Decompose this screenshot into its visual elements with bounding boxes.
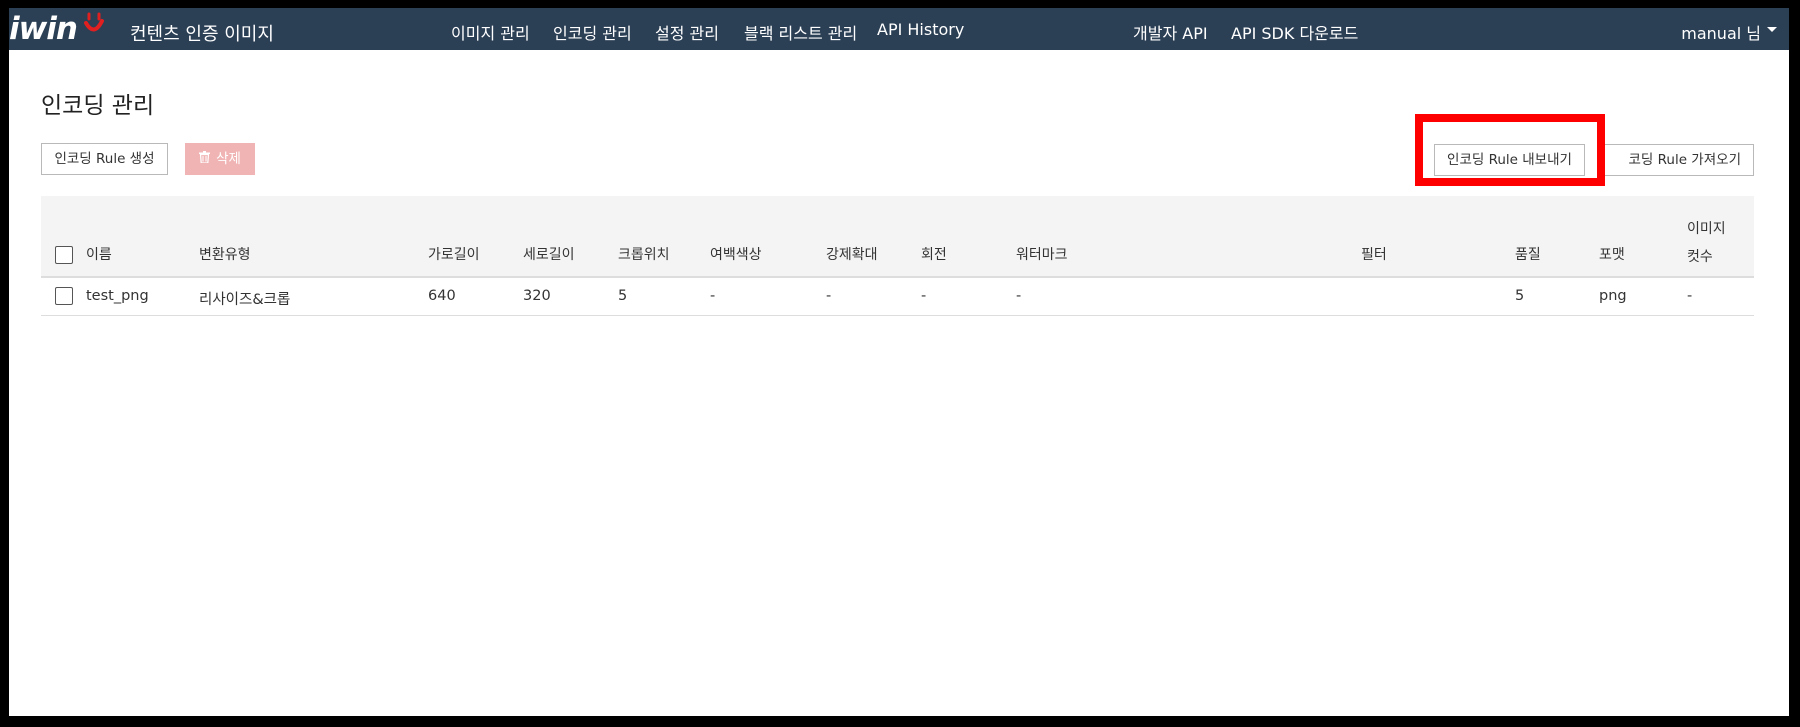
export-rule-button[interactable]: 인코딩 Rule 내보내기 xyxy=(1434,144,1585,176)
cell-format: png xyxy=(1599,288,1627,304)
column-header-transform-type[interactable]: 변환유형 xyxy=(199,244,251,264)
column-header-height[interactable]: 세로길이 xyxy=(523,244,575,264)
column-header-name[interactable]: 이름 xyxy=(86,244,112,264)
nav-blacklist-management[interactable]: 블랙 리스트 관리 xyxy=(744,20,857,44)
cell-transform-type: 리사이즈&크롭 xyxy=(199,292,291,308)
column-header-image-cut-count[interactable]: 이미지 컷수 xyxy=(1687,215,1726,271)
cell-name[interactable]: test_png xyxy=(86,288,149,304)
import-rule-button[interactable]: 코딩 Rule 가져오기 xyxy=(1603,144,1754,176)
cell-rotation: - xyxy=(921,288,927,304)
column-header-rotation[interactable]: 회전 xyxy=(921,244,947,264)
cell-quality: 5 xyxy=(1515,288,1525,304)
column-header-image-cut-line2: 컷수 xyxy=(1687,249,1713,265)
cell-width: 640 xyxy=(428,288,456,304)
user-menu[interactable]: manual 님 xyxy=(1681,20,1761,44)
cell-height: 320 xyxy=(523,288,551,304)
cell-cut-count: - xyxy=(1687,288,1693,304)
column-header-filter[interactable]: 필터 xyxy=(1361,244,1387,264)
nav-settings-management[interactable]: 설정 관리 xyxy=(655,20,719,44)
row-checkbox[interactable] xyxy=(55,287,73,305)
column-header-quality[interactable]: 품질 xyxy=(1515,244,1541,264)
create-rule-button[interactable]: 인코딩 Rule 생성 xyxy=(41,143,168,175)
column-header-image-cut-line1: 이미지 xyxy=(1687,221,1726,237)
logo-text: iwin xyxy=(9,11,78,47)
delete-button[interactable]: 삭제 xyxy=(185,143,255,175)
nav-api-history[interactable]: API History xyxy=(877,20,964,39)
top-navbar: iwin 컨텐츠 인증 이미지 이미지 관리 인코딩 관리 설정 관리 블랙 리… xyxy=(9,8,1789,50)
table-row[interactable]: test_png 리사이즈&크롭 640 320 5 - - - - 5 png… xyxy=(41,278,1754,316)
nav-developer-api[interactable]: 개발자 API xyxy=(1133,20,1208,44)
column-header-width[interactable]: 가로길이 xyxy=(428,244,480,264)
table-header: 이름 변환유형 가로길이 세로길이 크롭위치 여백색상 강제확대 회전 워터마크… xyxy=(41,196,1754,278)
cell-force-upscale: - xyxy=(826,288,832,304)
column-header-format[interactable]: 포맷 xyxy=(1599,244,1625,264)
column-header-padding-color[interactable]: 여백색상 xyxy=(710,244,762,264)
smile-logo-icon xyxy=(84,12,104,32)
cell-padding-color: - xyxy=(710,288,716,304)
app-title: 컨텐츠 인증 이미지 xyxy=(130,24,274,45)
cell-watermark: - xyxy=(1016,288,1022,304)
page-title: 인코딩 관리 xyxy=(41,93,155,119)
column-header-crop-position[interactable]: 크롭위치 xyxy=(618,244,670,264)
nav-encoding-management[interactable]: 인코딩 관리 xyxy=(553,20,632,44)
iwin-logo[interactable]: iwin xyxy=(9,9,104,49)
screen: iwin 컨텐츠 인증 이미지 이미지 관리 인코딩 관리 설정 관리 블랙 리… xyxy=(9,8,1789,716)
select-all-checkbox[interactable] xyxy=(55,246,73,264)
cell-crop-position: 5 xyxy=(618,288,628,304)
column-header-watermark[interactable]: 워터마크 xyxy=(1016,244,1068,264)
nav-image-management[interactable]: 이미지 관리 xyxy=(451,20,530,44)
nav-api-sdk-download[interactable]: API SDK 다운로드 xyxy=(1231,20,1358,44)
delete-label: 삭제 xyxy=(216,151,241,167)
trash-icon xyxy=(199,144,211,174)
caret-down-icon[interactable] xyxy=(1767,27,1777,32)
column-header-force-upscale[interactable]: 강제확대 xyxy=(826,244,878,264)
